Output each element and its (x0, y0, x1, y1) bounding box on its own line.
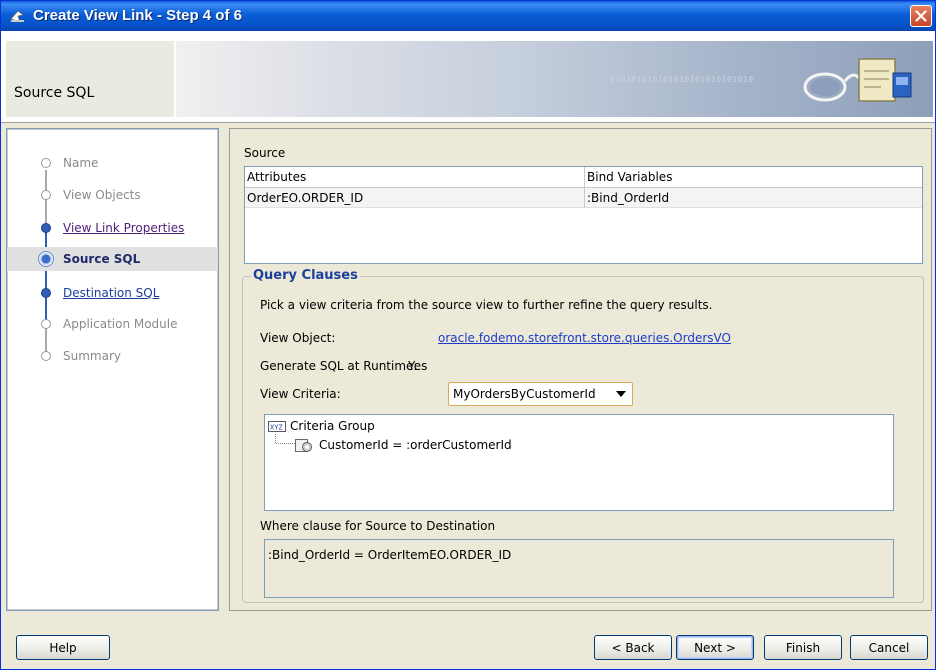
query-clauses-description: Pick a view criteria from the source vie… (260, 298, 713, 312)
step-label: Summary (63, 349, 121, 363)
step-marker-icon (41, 288, 51, 298)
view-criteria-selected: MyOrdersByCustomerId (453, 387, 596, 401)
generate-sql-value: Yes (408, 359, 428, 373)
column-header-attributes[interactable]: Attributes (245, 167, 584, 188)
current-step-marker-icon (38, 251, 54, 267)
step-application-module: Application Module (7, 312, 218, 336)
window-title: Create View Link - Step 4 of 6 (33, 7, 242, 24)
banner-binary-text: 010101010101010101010101010 (610, 75, 754, 84)
page-title: Source SQL (14, 85, 95, 101)
source-label: Source (244, 146, 286, 160)
column-header-bind-variables[interactable]: Bind Variables (585, 167, 922, 188)
generate-sql-label: Generate SQL at Runtime: (260, 359, 418, 373)
view-criteria-label: View Criteria: (260, 387, 341, 401)
wizard-icon (10, 10, 24, 23)
tree-node-label: CustomerId = :orderCustomerId (319, 438, 512, 452)
step-label: Application Module (63, 317, 178, 331)
back-button[interactable]: < Back (594, 635, 672, 660)
page-title-area: Source SQL (6, 41, 174, 117)
step-label: View Objects (63, 188, 141, 202)
criteria-item-icon (295, 439, 312, 452)
step-view-link-properties[interactable]: View Link Properties (7, 216, 218, 240)
help-button[interactable]: Help (16, 635, 110, 660)
step-marker-icon (41, 223, 51, 233)
step-name: Name (7, 151, 218, 175)
finish-button[interactable]: Finish (764, 635, 842, 660)
svg-text:XYZ: XYZ (270, 424, 283, 432)
title-bar[interactable]: Create View Link - Step 4 of 6 (1, 1, 935, 31)
wizard-steps-panel: Name View Objects View Link Properties S… (6, 128, 219, 611)
create-view-link-dialog: Create View Link - Step 4 of 6 Source SQ… (0, 0, 936, 670)
cell-attribute[interactable]: OrderEO.ORDER_ID (245, 188, 584, 208)
where-clause-field[interactable]: :Bind_OrderId = OrderItemEO.ORDER_ID (264, 539, 894, 598)
source-sql-panel: Source Attributes Bind Variables OrderEO… (229, 128, 932, 611)
cancel-button[interactable]: Cancel (850, 635, 928, 660)
view-object-label: View Object: (260, 331, 336, 345)
tree-connector (275, 434, 295, 444)
where-clause-text: :Bind_OrderId = OrderItemEO.ORDER_ID (268, 548, 512, 562)
next-button[interactable]: Next > (676, 635, 754, 660)
close-icon (915, 10, 927, 22)
criteria-tree[interactable]: XYZ Criteria Group CustomerId = :orderCu… (264, 414, 894, 511)
criteria-group-icon: XYZ (268, 421, 286, 432)
view-criteria-dropdown[interactable]: MyOrdersByCustomerId (448, 382, 633, 406)
step-marker-icon (41, 190, 51, 200)
step-label: Name (63, 156, 99, 170)
step-marker-icon (41, 158, 51, 168)
cell-bind-variable[interactable]: :Bind_OrderId (585, 188, 922, 208)
where-clause-label: Where clause for Source to Destination (260, 519, 496, 533)
step-view-objects: View Objects (7, 183, 218, 207)
source-attributes-table[interactable]: Attributes Bind Variables OrderEO.ORDER_… (244, 166, 923, 264)
step-destination-sql[interactable]: Destination SQL (7, 281, 218, 305)
step-source-sql: Source SQL (7, 247, 218, 271)
header-banner: 010101010101010101010101010 (176, 41, 933, 117)
step-label[interactable]: Destination SQL (63, 286, 159, 300)
step-label: Source SQL (63, 252, 141, 266)
query-clauses-group: Query Clauses Pick a view criteria from … (242, 268, 924, 603)
step-connector (45, 226, 47, 326)
close-button[interactable] (910, 5, 932, 27)
dropdown-arrow-icon (616, 391, 626, 397)
wizard-header: Source SQL 010101010101010101010101010 (1, 31, 935, 123)
query-clauses-legend: Query Clauses (251, 268, 360, 283)
step-marker-icon (41, 351, 51, 361)
view-object-link[interactable]: oracle.fodemo.storefront.store.queries.O… (438, 331, 731, 345)
step-label[interactable]: View Link Properties (63, 221, 184, 235)
step-marker-icon (41, 319, 51, 329)
tree-node-label: Criteria Group (290, 419, 375, 433)
view-link-logo-icon (803, 58, 912, 102)
step-summary: Summary (7, 344, 218, 368)
